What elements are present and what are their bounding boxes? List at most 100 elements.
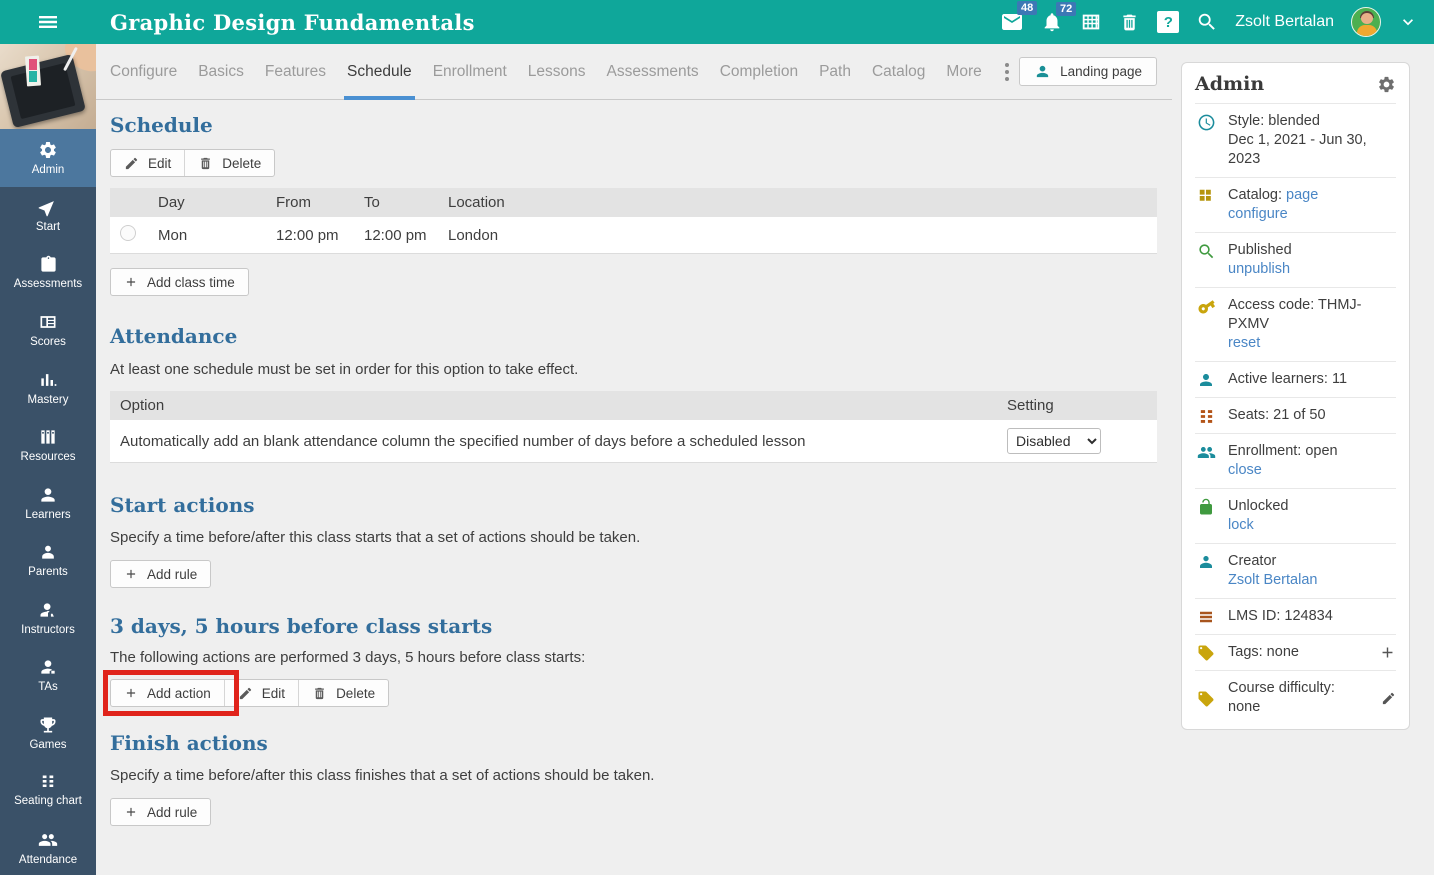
- sidebar-item-games[interactable]: Games: [0, 704, 96, 762]
- user-name[interactable]: Zsolt Bertalan: [1235, 13, 1334, 31]
- cell-from: 12:00 pm: [266, 217, 354, 254]
- tab-catalog[interactable]: Catalog: [872, 44, 925, 100]
- admin-row-course-difficulty: Course difficulty: none: [1195, 670, 1396, 725]
- published-status: Published: [1228, 242, 1292, 258]
- creator-link[interactable]: Zsolt Bertalan: [1228, 572, 1317, 588]
- locked-status: Unlocked: [1228, 498, 1289, 514]
- tab-assessments[interactable]: Assessments: [607, 44, 699, 100]
- sidebar-item-label: Attendance: [18, 853, 78, 866]
- col-location: Location: [448, 194, 505, 211]
- sidebar-item-scores[interactable]: Scores: [0, 302, 96, 360]
- reset-link[interactable]: reset: [1228, 335, 1260, 351]
- calendar-button[interactable]: [1080, 11, 1102, 33]
- search-button[interactable]: [1196, 11, 1218, 33]
- sidebar-item-attendance[interactable]: Attendance: [0, 819, 96, 875]
- page: Graphic Design Fundamentals 48 72 ? Zsol…: [0, 0, 1434, 875]
- add-class-time-button[interactable]: Add class time: [110, 268, 249, 296]
- trash-button[interactable]: [1119, 12, 1140, 33]
- access-code-value: Access code: THMJ-PXMV: [1228, 297, 1362, 332]
- sidebar-item-label: Seating chart: [14, 795, 82, 808]
- stack-icon: [1195, 607, 1217, 626]
- tab-basics[interactable]: Basics: [198, 44, 244, 100]
- edit-button[interactable]: Edit: [111, 150, 184, 176]
- person-icon: [1195, 370, 1217, 389]
- add-tag-button[interactable]: [1379, 644, 1396, 661]
- tab-enrollment[interactable]: Enrollment: [433, 44, 507, 100]
- sidebar-item-start[interactable]: Start: [0, 187, 96, 245]
- tab-more[interactable]: More: [946, 44, 981, 100]
- sidebar-item-label: Scores: [30, 336, 66, 349]
- sidebar-item-instructors[interactable]: Instructors: [0, 589, 96, 647]
- row-select-radio[interactable]: [120, 225, 136, 241]
- start-actions-heading: Start actions: [110, 493, 255, 517]
- tab-configure[interactable]: Configure: [110, 44, 177, 100]
- schedule-row: Mon 12:00 pm 12:00 pm London: [110, 217, 1157, 254]
- plus-icon: [126, 277, 136, 287]
- catalog-page-link[interactable]: page: [1286, 187, 1318, 203]
- add-rule-label: Add rule: [147, 804, 198, 820]
- key-icon: [1195, 296, 1217, 316]
- attendance-setting-select[interactable]: Disabled: [1007, 428, 1101, 454]
- avatar[interactable]: [1351, 7, 1381, 37]
- messages-button[interactable]: 48: [1000, 1, 1038, 34]
- sidebar-item-admin[interactable]: Admin: [0, 129, 96, 187]
- sidebar-item-learners[interactable]: Learners: [0, 474, 96, 532]
- gear-icon[interactable]: [1377, 75, 1396, 94]
- unpublish-link[interactable]: unpublish: [1228, 261, 1290, 277]
- help-button[interactable]: ?: [1157, 11, 1180, 33]
- sidebar-item-label: Parents: [28, 566, 68, 579]
- tab-completion[interactable]: Completion: [720, 44, 798, 100]
- person-icon: [41, 488, 55, 502]
- admin-row-published: Published unpublish: [1195, 232, 1396, 287]
- sidebar-item-parents[interactable]: Parents: [0, 532, 96, 590]
- sidebar-item-label: Instructors: [21, 623, 75, 636]
- attendance-table-header-row: Option Setting: [110, 391, 1157, 420]
- person-creator-icon: [1195, 552, 1217, 571]
- admin-row-active-learners: Active learners: 11: [1195, 361, 1396, 397]
- col-day: Day: [158, 194, 185, 211]
- messages-badge: 48: [1017, 1, 1038, 15]
- schedule-heading: Schedule: [110, 113, 213, 137]
- left-sidebar: Admin Start Assessments Scores Mastery R…: [0, 44, 96, 875]
- rule-delete-button[interactable]: Delete: [298, 680, 388, 706]
- lock-link[interactable]: lock: [1228, 517, 1254, 533]
- sidebar-item-label: TAs: [38, 681, 58, 694]
- notifications-button[interactable]: 72: [1041, 2, 1077, 33]
- landing-page-button[interactable]: Landing page: [1019, 57, 1157, 86]
- start-add-rule-button[interactable]: Add rule: [110, 560, 212, 588]
- seats-value: Seats: 21 of 50: [1228, 407, 1326, 423]
- close-enrollment-link[interactable]: close: [1228, 462, 1262, 478]
- tab-lessons[interactable]: Lessons: [528, 44, 586, 100]
- add-class-time-label: Add class time: [147, 274, 235, 290]
- catalog-configure-link[interactable]: configure: [1228, 206, 1288, 222]
- gradebook-icon: [40, 316, 56, 329]
- hamburger-icon: [39, 16, 57, 28]
- admin-row-enrollment: Enrollment: open close: [1195, 433, 1396, 488]
- topbar: Graphic Design Fundamentals 48 72 ? Zsol…: [0, 0, 1434, 44]
- clipboard-check-icon: [40, 256, 56, 272]
- tab-overflow-menu[interactable]: [1003, 59, 1011, 85]
- delete-button[interactable]: Delete: [184, 150, 274, 176]
- tab-features[interactable]: Features: [265, 44, 326, 100]
- sidebar-item-assessments[interactable]: Assessments: [0, 244, 96, 302]
- sidebar-item-seating-chart[interactable]: Seating chart: [0, 762, 96, 820]
- tab-schedule[interactable]: Schedule: [344, 44, 415, 100]
- thumbnail-screen: [10, 62, 76, 120]
- hamburger-menu-button[interactable]: [0, 10, 96, 34]
- sidebar-item-mastery[interactable]: Mastery: [0, 359, 96, 417]
- schedule-table: Day From To Location Mon 12:00 pm 12:00 …: [110, 188, 1157, 254]
- rule-edit-button[interactable]: Edit: [223, 680, 298, 706]
- admin-row-lms-id: LMS ID: 124834: [1195, 598, 1396, 634]
- sidebar-item-resources[interactable]: Resources: [0, 417, 96, 475]
- course-thumbnail[interactable]: [0, 44, 96, 129]
- add-action-button[interactable]: Add action: [111, 680, 224, 706]
- sidebar-item-tas[interactable]: TAs: [0, 647, 96, 705]
- edit-difficulty-button[interactable]: [1381, 691, 1396, 706]
- admin-row-creator: Creator Zsolt Bertalan: [1195, 543, 1396, 598]
- tab-path[interactable]: Path: [819, 44, 851, 100]
- finish-add-rule-button[interactable]: Add rule: [110, 798, 212, 826]
- person-pencil-icon: [40, 603, 54, 617]
- clock-icon: [1195, 112, 1217, 132]
- user-menu-button[interactable]: [1398, 12, 1418, 32]
- creator-label: Creator: [1228, 553, 1277, 569]
